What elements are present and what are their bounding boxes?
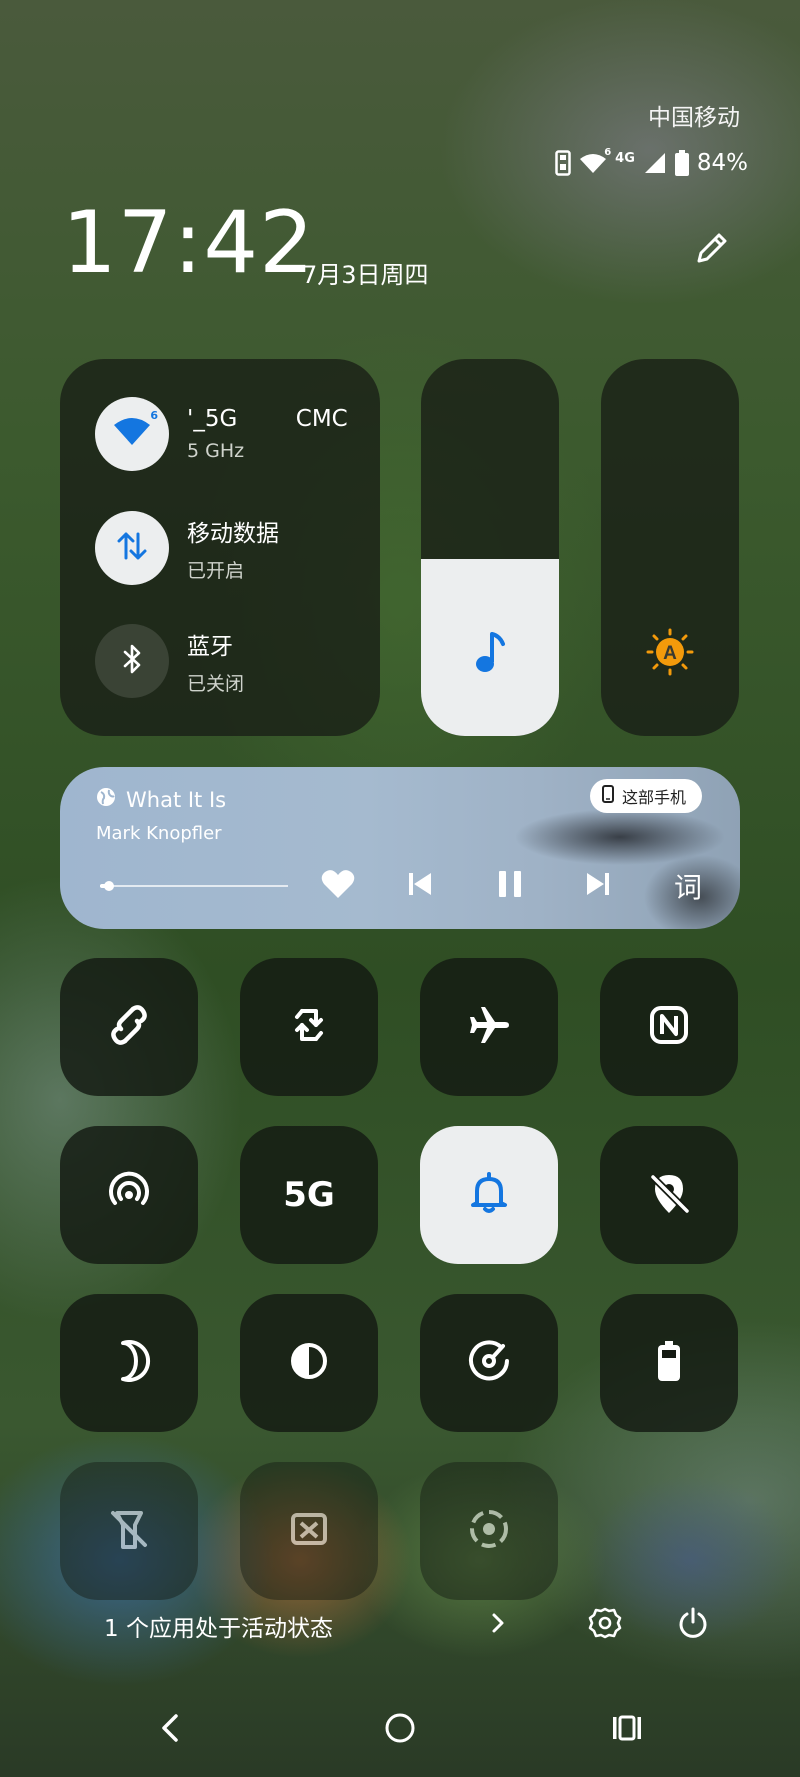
- media-title: What It Is: [126, 787, 227, 812]
- airplane-icon: [465, 1001, 513, 1053]
- globe-icon: [96, 787, 116, 812]
- media-progress-knob[interactable]: [104, 881, 115, 891]
- battery-icon: [674, 150, 689, 176]
- home-icon: [383, 1711, 417, 1749]
- pause-button[interactable]: [486, 862, 534, 910]
- date[interactable]: 7月3日周四: [302, 255, 429, 290]
- 5g-icon: 5G: [283, 1175, 335, 1215]
- mobile-data-tile[interactable]: 移动数据 已开启: [95, 511, 279, 585]
- chevron-right-icon: [488, 1611, 508, 1639]
- pause-icon: [496, 869, 524, 903]
- media-artist: Mark Knopfler: [96, 823, 222, 844]
- system-nav-bar: [0, 1695, 800, 1765]
- mobile-data-title: 移动数据: [187, 520, 279, 547]
- link-toggle[interactable]: [60, 958, 198, 1096]
- location-toggle[interactable]: [600, 1126, 738, 1264]
- location-off-icon: [645, 1169, 693, 1221]
- hotspot-icon: [105, 1169, 153, 1221]
- battery-saver-icon: [645, 1337, 693, 1389]
- dark-mode-toggle[interactable]: [60, 1294, 198, 1432]
- output-device-label: 这部手机: [621, 788, 686, 807]
- next-button[interactable]: [574, 862, 622, 910]
- lyrics-button[interactable]: 词: [664, 862, 712, 910]
- bluetooth-status: 已关闭: [187, 672, 245, 695]
- auto-rotate-icon: [285, 1001, 333, 1053]
- connectivity-panel: 6 '_5G CMC 5 GHz 移动数据 已开启 蓝牙 已关闭: [60, 359, 380, 736]
- bluetooth-toggle[interactable]: [95, 624, 169, 698]
- music-note-icon: [421, 628, 559, 676]
- focus-mode-icon: [465, 1337, 513, 1389]
- volume-slider[interactable]: [421, 359, 559, 736]
- bluetooth-tile[interactable]: 蓝牙 已关闭: [95, 624, 244, 698]
- home-button[interactable]: [377, 1707, 423, 1753]
- wifi-tile[interactable]: 6 '_5G CMC 5 GHz: [95, 397, 348, 471]
- network-type-label: 4G: [615, 150, 635, 166]
- brightness-slider[interactable]: A: [601, 359, 739, 736]
- mobile-data-icon: [114, 528, 150, 568]
- screenshot-icon: [285, 1505, 333, 1557]
- airplane-mode-toggle[interactable]: [420, 958, 558, 1096]
- gear-icon: [588, 1606, 622, 1644]
- wifi-toggle[interactable]: 6: [95, 397, 169, 471]
- status-icons: 6 4G 84%: [555, 147, 748, 176]
- previous-button[interactable]: [396, 862, 444, 910]
- bluetooth-icon: [117, 642, 147, 680]
- wifi-icon: 6: [112, 409, 158, 453]
- dark-mode-icon: [105, 1337, 153, 1389]
- ring-mode-toggle[interactable]: [420, 1126, 558, 1264]
- back-button[interactable]: [147, 1707, 193, 1753]
- like-button[interactable]: [314, 862, 362, 910]
- media-progress-bar[interactable]: [100, 881, 288, 891]
- nfc-toggle[interactable]: [600, 958, 738, 1096]
- power-icon: [676, 1606, 710, 1644]
- carrier-name: 中国移动: [648, 105, 740, 131]
- contrast-icon: [285, 1337, 333, 1389]
- back-icon: [156, 1712, 184, 1748]
- bluetooth-title: 蓝牙: [187, 633, 233, 660]
- output-device-button[interactable]: 这部手机: [589, 779, 702, 813]
- auto-rotate-toggle[interactable]: [240, 958, 378, 1096]
- recents-button[interactable]: [604, 1707, 650, 1753]
- signal-icon: [643, 151, 667, 175]
- mobile-data-status: 已开启: [187, 559, 245, 582]
- power-button[interactable]: [673, 1605, 713, 1645]
- contrast-toggle[interactable]: [240, 1294, 378, 1432]
- media-player-card[interactable]: What It Is Mark Knopfler 这部手机 词: [60, 767, 740, 929]
- media-title-row: What It Is: [96, 787, 226, 812]
- edit-icon[interactable]: [692, 228, 732, 268]
- wifi-6-icon: 6: [579, 147, 611, 175]
- active-apps-arrow[interactable]: [478, 1605, 518, 1645]
- mobile-data-toggle[interactable]: [95, 511, 169, 585]
- hotspot-toggle[interactable]: [60, 1126, 198, 1264]
- focus-mode-toggle[interactable]: [420, 1294, 558, 1432]
- footer-bar: 1 个应用处于活动状态: [0, 1595, 800, 1655]
- skip-next-icon: [584, 870, 612, 902]
- wifi-network-name: '_5G CMC: [187, 406, 348, 432]
- settings-button[interactable]: [585, 1605, 625, 1645]
- screen-record-icon: [465, 1505, 513, 1557]
- screenshot-toggle[interactable]: [240, 1462, 378, 1600]
- clock[interactable]: 17:42: [62, 200, 315, 286]
- bell-icon: [465, 1169, 513, 1221]
- battery-percent: 84%: [696, 150, 748, 176]
- flashlight-off-icon: [105, 1505, 153, 1557]
- recents-icon: [610, 1713, 644, 1747]
- sim-tray-icon: [555, 150, 571, 176]
- wifi-band: 5 GHz: [187, 440, 245, 462]
- svg-text:A: A: [663, 643, 677, 664]
- flashlight-toggle[interactable]: [60, 1462, 198, 1600]
- 5g-toggle[interactable]: 5G: [240, 1126, 378, 1264]
- heart-icon: [321, 869, 355, 903]
- active-apps-label[interactable]: 1 个应用处于活动状态: [104, 1609, 333, 1643]
- skip-previous-icon: [406, 870, 434, 902]
- battery-saver-toggle[interactable]: [600, 1294, 738, 1432]
- screen-record-toggle[interactable]: [420, 1462, 558, 1600]
- link-icon: [105, 1001, 153, 1053]
- nfc-icon: [645, 1001, 693, 1053]
- phone-icon: [601, 785, 614, 807]
- auto-brightness-icon: A: [601, 628, 739, 676]
